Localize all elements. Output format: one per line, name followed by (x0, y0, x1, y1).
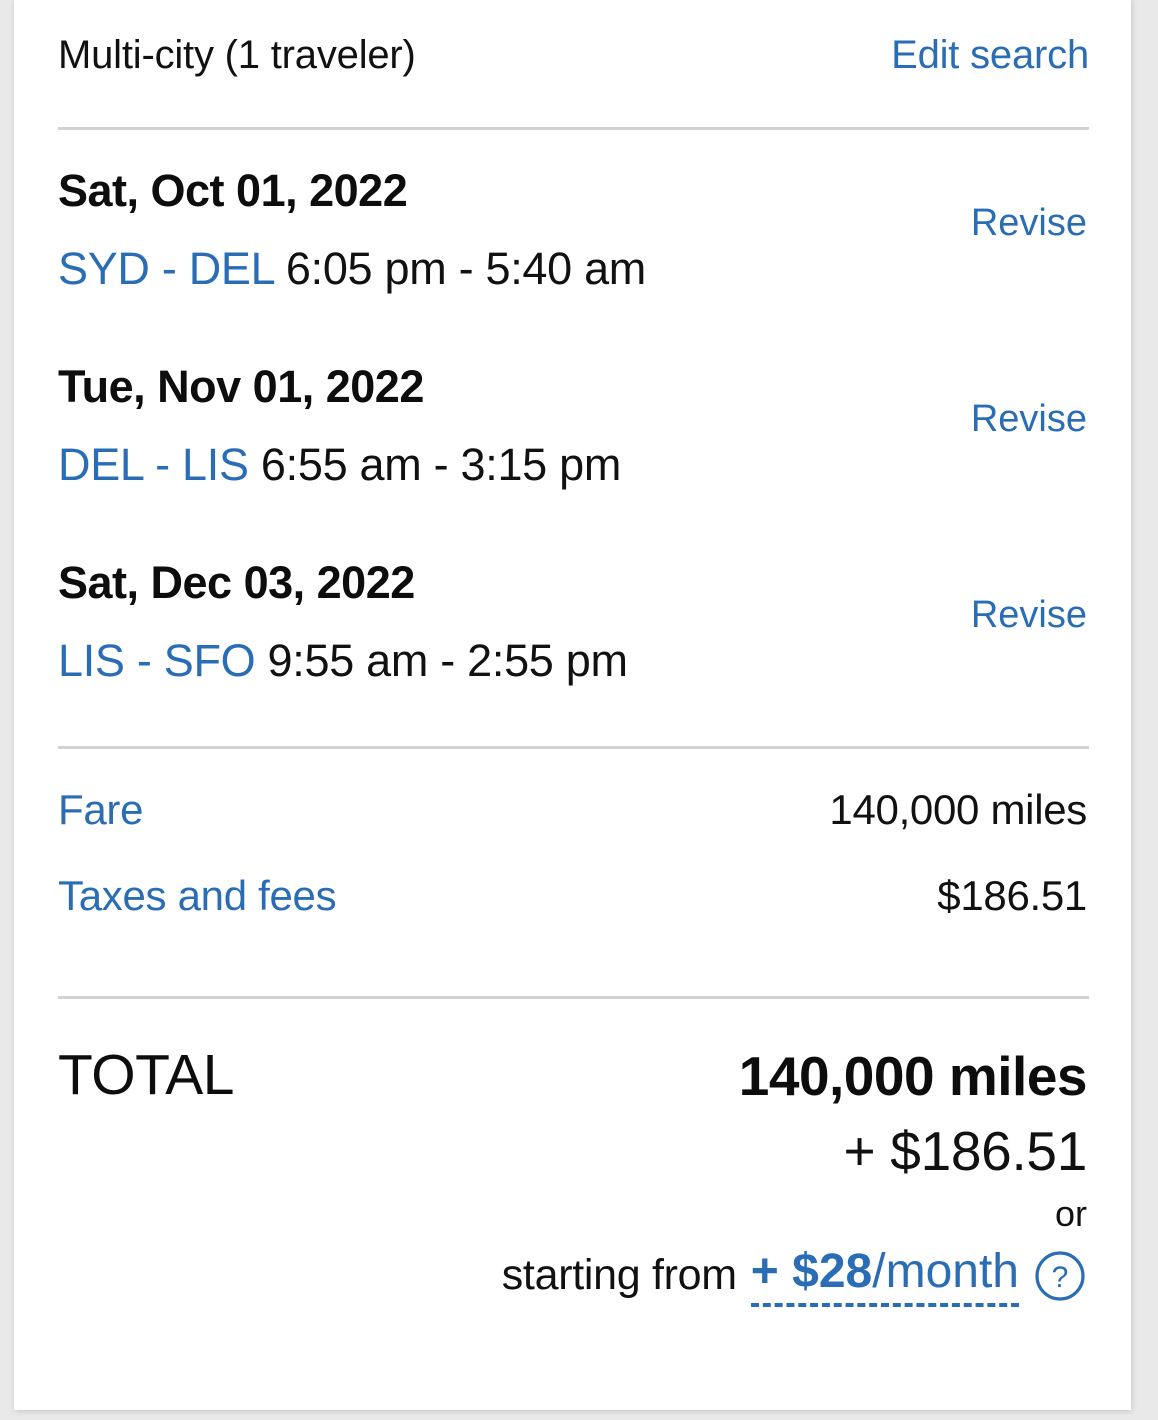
monthly-amount: + $28 (750, 1245, 873, 1298)
flight-segment-list: Sat, Oct 01, 2022 SYD - DEL 6:05 pm - 5:… (14, 160, 1131, 748)
segment-times: 6:05 pm - 5:40 am (273, 243, 646, 294)
total-amounts: 140,000 miles + $186.51 or (738, 1040, 1088, 1238)
price-row-taxes: Taxes and fees $186.51 (58, 872, 1087, 958)
trip-type-label: Multi-city (1 traveler) (58, 32, 416, 77)
segment-date: Sat, Oct 01, 2022 (58, 165, 408, 216)
segment-airports[interactable]: SYD - DEL (58, 243, 274, 294)
total-cash-value: + $186.51 (843, 1120, 1087, 1182)
segment-times: 9:55 am - 2:55 pm (255, 635, 628, 686)
fare-label[interactable]: Fare (58, 786, 143, 834)
monthly-period: /month (872, 1245, 1019, 1298)
divider-middle (58, 746, 1089, 749)
question-mark-circle-icon[interactable]: ? (1033, 1249, 1087, 1303)
taxes-and-fees-label[interactable]: Taxes and fees (58, 872, 337, 920)
revise-link[interactable]: Revise (971, 398, 1087, 441)
segment-date: Tue, Nov 01, 2022 (58, 361, 424, 412)
monthly-payment-link[interactable]: + $28/month (750, 1244, 1019, 1307)
total-section: TOTAL 140,000 miles + $186.51 or startin… (58, 1040, 1088, 1307)
taxes-and-fees-value: $186.51 (937, 872, 1087, 919)
price-breakdown: Fare 140,000 miles Taxes and fees $186.5… (58, 786, 1087, 958)
divider-top (58, 127, 1089, 130)
flight-segment-details: Tue, Nov 01, 2022 DEL - LIS 6:55 am - 3:… (58, 356, 621, 496)
starting-from-label: starting from (501, 1251, 737, 1299)
flight-segment: Sat, Dec 03, 2022 LIS - SFO 9:55 am - 2:… (14, 552, 1131, 748)
edit-search-link[interactable]: Edit search (891, 33, 1089, 78)
flight-segment: Sat, Oct 01, 2022 SYD - DEL 6:05 pm - 5:… (14, 160, 1131, 356)
flight-segment-details: Sat, Oct 01, 2022 SYD - DEL 6:05 pm - 5:… (58, 160, 646, 300)
total-or-label: or (1054, 1193, 1087, 1234)
monthly-payment-row: starting from + $28/month ? (58, 1244, 1087, 1307)
segment-route: SYD - DEL 6:05 pm - 5:40 am (58, 238, 646, 300)
total-label: TOTAL (58, 1043, 234, 1107)
revise-link[interactable]: Revise (971, 202, 1087, 245)
svg-text:?: ? (1052, 1261, 1069, 1294)
total-miles-value: 140,000 miles (738, 1045, 1088, 1107)
segment-airports[interactable]: DEL - LIS (58, 439, 249, 490)
total-main-row: TOTAL 140,000 miles + $186.51 or (58, 1040, 1088, 1238)
flight-segment-details: Sat, Dec 03, 2022 LIS - SFO 9:55 am - 2:… (58, 552, 628, 692)
segment-route: LIS - SFO 9:55 am - 2:55 pm (58, 630, 628, 692)
segment-date: Sat, Dec 03, 2022 (58, 557, 415, 608)
price-row-fare: Fare 140,000 miles (58, 786, 1087, 872)
fare-value: 140,000 miles (829, 786, 1087, 833)
divider-bottom (58, 996, 1089, 999)
revise-link[interactable]: Revise (971, 594, 1087, 637)
segment-airports[interactable]: LIS - SFO (58, 635, 256, 686)
flight-segment: Tue, Nov 01, 2022 DEL - LIS 6:55 am - 3:… (14, 356, 1131, 552)
page-background: Multi-city (1 traveler) Edit search Sat,… (0, 0, 1158, 1420)
segment-times: 6:55 am - 3:15 pm (248, 439, 622, 490)
trip-summary-card: Multi-city (1 traveler) Edit search Sat,… (14, 0, 1131, 1410)
segment-route: DEL - LIS 6:55 am - 3:15 pm (58, 434, 621, 496)
summary-header: Multi-city (1 traveler) Edit search (58, 22, 1089, 88)
